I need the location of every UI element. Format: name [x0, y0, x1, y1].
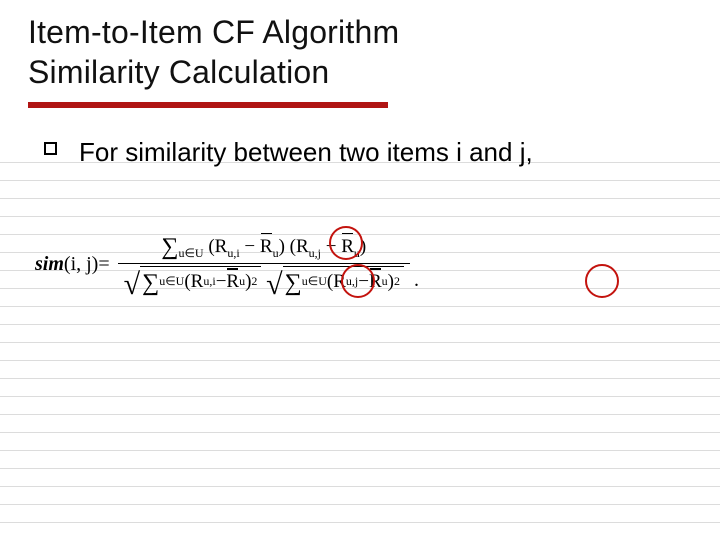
sqrt-right: √ ∑u∈U (Ru,j − Ru)2: [266, 266, 404, 296]
sub-ui: u,i: [203, 274, 215, 289]
trailing-dot: .: [414, 269, 419, 298]
highlight-circle-icon: [329, 226, 363, 260]
var-R: R: [296, 236, 309, 257]
func-args: (i, j): [64, 253, 98, 275]
sub-u: u: [382, 274, 388, 289]
highlight-circle-icon: [585, 264, 619, 298]
var-R: R: [215, 236, 228, 257]
equals-sign: =: [98, 253, 109, 276]
similarity-equation: sim(i, j) = ∑u∈U (Ru,i − Ru) (Ru,j − Ru)…: [35, 230, 675, 298]
radical-icon: √: [266, 270, 282, 300]
sum-subscript: u∈U: [302, 274, 327, 289]
squared: 2: [394, 274, 400, 289]
R-bar: R: [226, 270, 239, 293]
title-line-2: Similarity Calculation: [28, 54, 329, 90]
title-line-1: Item-to-Item CF Algorithm: [28, 14, 399, 50]
slide: Item-to-Item CF Algorithm Similarity Cal…: [0, 0, 720, 540]
sub-u: u: [273, 246, 279, 260]
sub-ui: u,i: [227, 246, 239, 260]
radical-icon: √: [124, 270, 140, 300]
radicand-left: ∑u∈U (Ru,i − Ru)2: [140, 266, 261, 296]
sigma-icon: ∑: [161, 234, 178, 260]
bullet-text: For similarity between two items i and j…: [79, 136, 533, 170]
title-underline: [28, 102, 388, 108]
equation-lhs: sim(i, j): [35, 253, 98, 276]
R-bar: R: [260, 235, 273, 258]
func-name: sim: [35, 253, 64, 275]
sub-u: u: [239, 274, 245, 289]
sub-uj: u,j: [309, 246, 321, 260]
title-block: Item-to-Item CF Algorithm Similarity Cal…: [28, 12, 692, 108]
square-bullet-icon: [44, 142, 57, 155]
ruled-lines: [0, 145, 720, 540]
sum-subscript: u∈U: [178, 246, 203, 260]
bullet-list: For similarity between two items i and j…: [44, 136, 680, 170]
var-R: R: [191, 271, 204, 293]
sigma-icon: ∑: [142, 270, 159, 297]
sqrt-left: √ ∑u∈U (Ru,i − Ru)2: [124, 266, 262, 296]
sum-subscript: u∈U: [159, 274, 184, 289]
highlight-circle-icon: [341, 264, 375, 298]
bullet-item: For similarity between two items i and j…: [44, 136, 680, 170]
sigma-icon: ∑: [285, 270, 302, 297]
slide-title: Item-to-Item CF Algorithm Similarity Cal…: [28, 12, 692, 92]
squared: 2: [251, 274, 257, 289]
